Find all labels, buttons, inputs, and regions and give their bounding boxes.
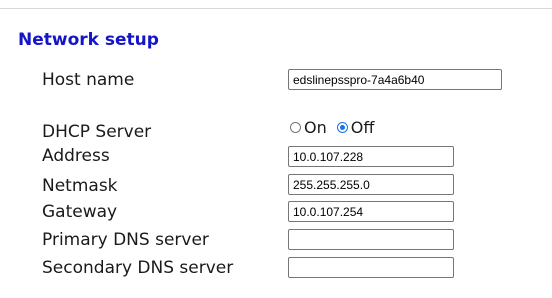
primary-dns-input[interactable] — [288, 229, 454, 250]
address-input[interactable] — [288, 146, 454, 167]
host-name-input[interactable] — [288, 69, 502, 90]
dhcp-server-label: DHCP Server — [42, 122, 152, 142]
gateway-input[interactable] — [288, 201, 454, 222]
top-divider — [0, 0, 552, 9]
netmask-label: Netmask — [42, 176, 118, 196]
dhcp-off-option[interactable]: Off — [336, 118, 375, 137]
network-setup-page: Network setup Host name DHCP Server On O… — [0, 0, 552, 298]
dhcp-off-label: Off — [350, 118, 375, 137]
host-name-label: Host name — [42, 70, 135, 90]
dhcp-server-radio-group: On Off — [290, 118, 384, 137]
dhcp-on-option[interactable]: On — [290, 118, 327, 137]
dhcp-off-radio[interactable] — [336, 122, 348, 133]
dhcp-on-radio[interactable] — [290, 122, 301, 133]
secondary-dns-input[interactable] — [288, 257, 454, 278]
gateway-label: Gateway — [42, 202, 118, 222]
secondary-dns-label: Secondary DNS server — [42, 258, 234, 278]
dhcp-on-label: On — [304, 118, 327, 137]
address-label: Address — [42, 146, 110, 166]
primary-dns-label: Primary DNS server — [42, 230, 209, 250]
netmask-input[interactable] — [288, 174, 454, 195]
section-title: Network setup — [18, 30, 159, 50]
